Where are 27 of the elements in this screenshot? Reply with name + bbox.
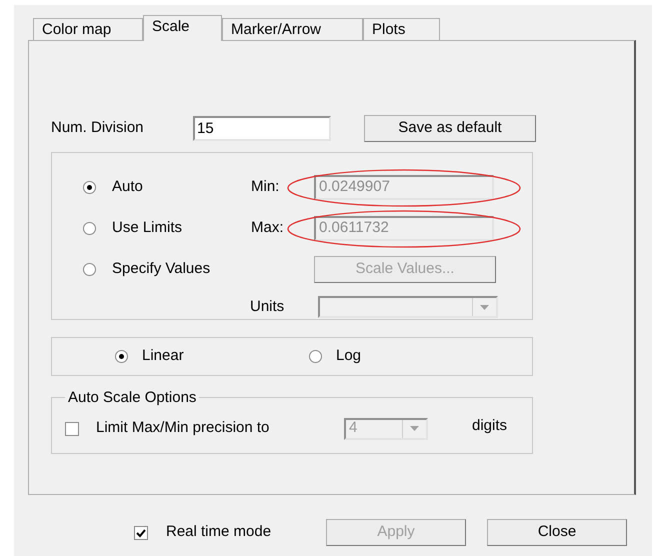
radio-label: Use Limits [112,218,184,238]
action-button[interactable]: Save as default [364,114,536,142]
checkbox-label: Limit Max/Min precision to [96,418,270,438]
radio-button[interactable] [83,263,96,276]
checkbox[interactable] [134,526,148,540]
tab[interactable]: Plots [363,18,440,40]
tab[interactable]: Marker/Arrow [222,18,363,40]
radio-label: Log [336,346,362,366]
tab[interactable]: Scale [143,15,222,41]
radio-label: Specify Values [112,259,212,280]
field-label: Units [250,296,286,317]
dropdown-value: 4 [349,418,358,438]
checkbox[interactable] [65,422,79,436]
field-label: Max: [251,218,285,238]
radio-button[interactable] [83,181,96,194]
dialog-button[interactable]: Close [487,519,627,546]
field-label: Min: [251,177,280,198]
radio-button[interactable] [83,222,96,235]
number-field[interactable]: 15 [193,116,331,140]
radio-label: Linear [142,346,184,366]
radio-button[interactable] [309,350,322,363]
tab[interactable]: Color map [33,18,143,40]
radio-button[interactable] [115,350,128,363]
unit-label: digits [472,416,508,436]
checkbox-label: Real time mode [166,522,272,542]
field-label: Num. Division [51,118,145,138]
radio-label: Auto [112,177,144,198]
